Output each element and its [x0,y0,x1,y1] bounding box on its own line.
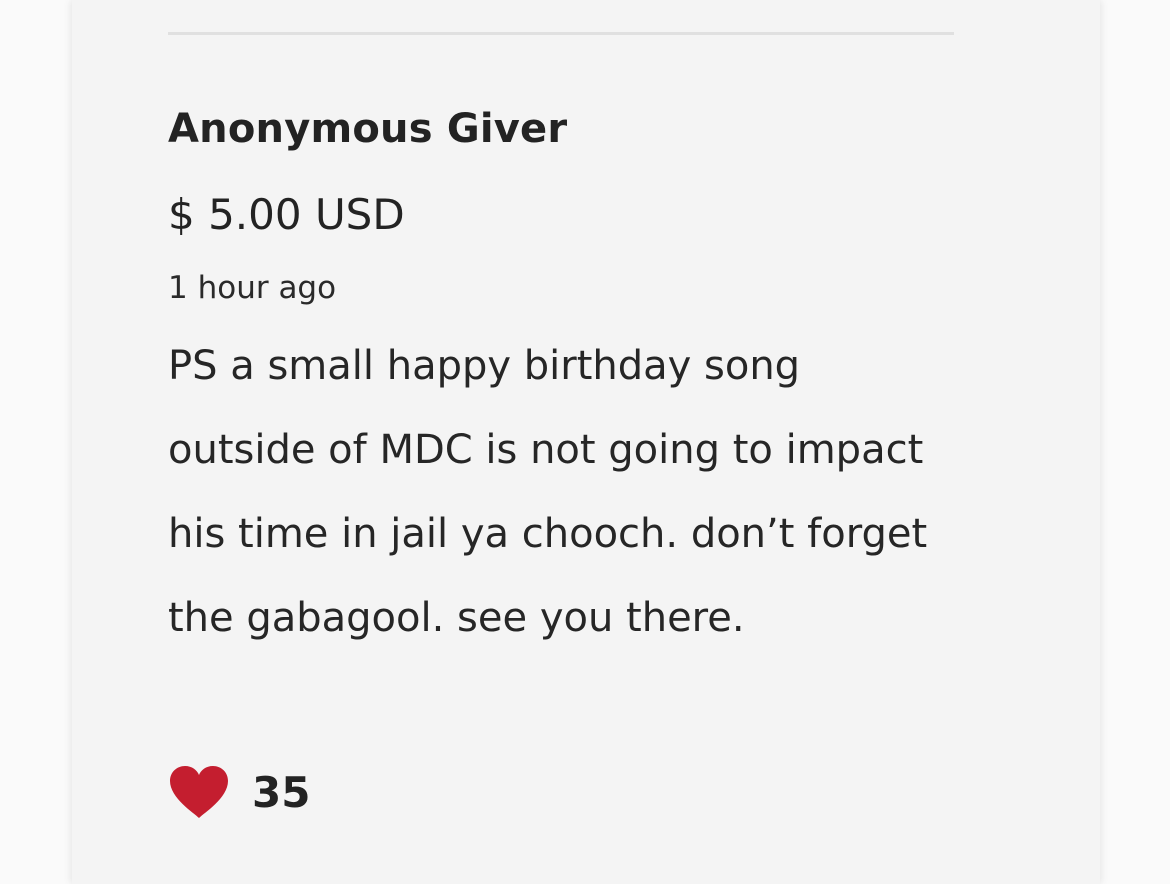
divider [168,32,954,35]
heart-icon[interactable] [168,764,230,820]
like-count: 35 [252,767,311,817]
donation-card: Anonymous Giver $ 5.00 USD 1 hour ago PS… [72,0,1100,884]
like-button[interactable] [168,764,230,820]
donation-message: PS a small happy birthday song outside o… [168,343,928,641]
donor-name: Anonymous Giver [168,106,568,152]
donation-amount: $ 5.00 USD [168,190,405,239]
like-section: 35 [168,764,310,820]
timestamp: 1 hour ago [168,270,337,306]
